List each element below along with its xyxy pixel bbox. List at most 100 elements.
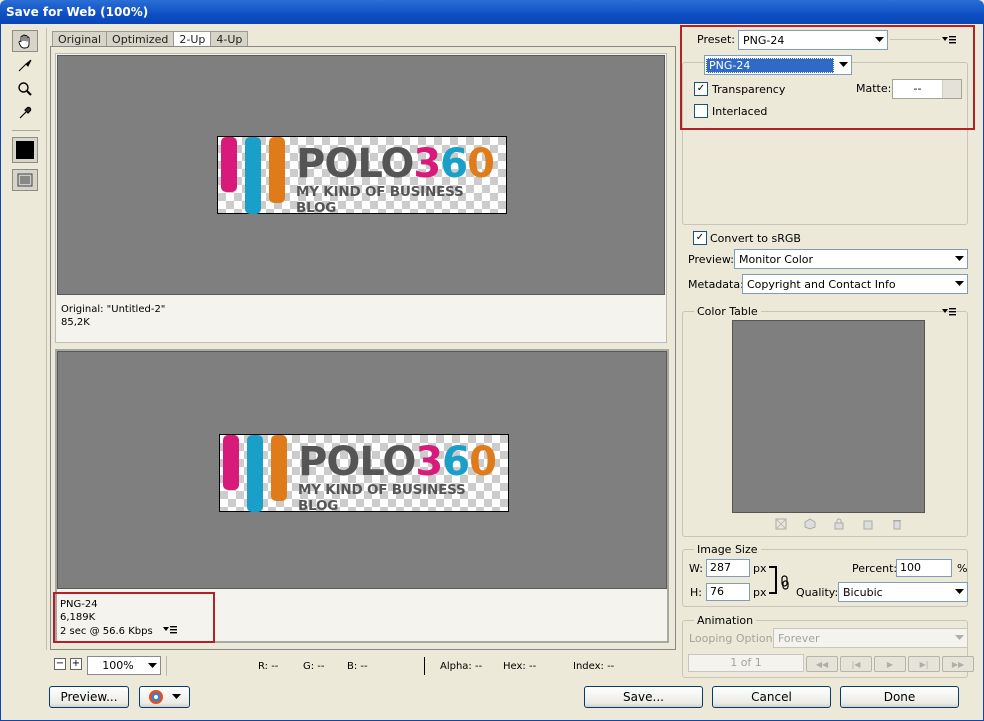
metadata-select[interactable]: Copyright and Contact Info [742,274,968,294]
preset-value: PNG-24 [743,33,785,47]
width-unit: px [753,562,767,575]
menu-arrow-icon [942,308,956,316]
chevron-down-icon [871,31,887,49]
logo-brand-left: POLO [298,439,416,485]
eyedropper-tool[interactable] [12,102,38,124]
logo-image-optimized: POLO360 MY KIND OF BUSINESS BLOG [219,434,509,514]
looping-options-select[interactable]: Forever [773,628,968,648]
original-pane[interactable]: POLO360 MY KIND OF BUSINESS BLOG Origina… [55,53,667,343]
slices-visibility-icon [17,173,33,187]
save-button[interactable]: Save... [584,686,703,708]
window-title: Save for Web (100%) [6,5,149,19]
metadata-label: Metadata: [688,278,744,291]
logo-bar-orange [269,137,285,203]
view-tabs: Original Optimized 2-Up 4-Up [52,31,249,48]
matte-value: -- [913,82,922,95]
status-divider [166,656,167,676]
previous-frame-button[interactable]: |◀ [840,656,872,672]
metadata-value: Copyright and Contact Info [747,277,896,291]
matte-dropdown-arrow[interactable] [942,80,961,98]
logo-bar-pink [221,137,237,192]
zoom-level-select[interactable]: 100% [87,656,161,675]
convert-srgb-checkbox[interactable]: ✓ [693,231,707,245]
zoom-in-button[interactable]: + [70,658,82,670]
menu-arrow-icon [162,626,177,634]
play-button[interactable]: ▶ [874,656,906,672]
new-color-icon [863,520,873,530]
first-frame-button[interactable]: ◀◀ [806,656,838,672]
tab-original[interactable]: Original [52,31,108,47]
color-table-menu-button[interactable] [942,306,956,319]
optimized-info: PNG-24 6,189K 2 sec @ 56.6 Kbps [60,598,210,638]
logo-bar-blue [247,435,263,512]
convert-srgb-row[interactable]: ✓ Convert to sRGB [693,231,801,245]
preview-value: Monitor Color [739,252,814,266]
color-table-swatches[interactable] [732,320,925,513]
animation-controls: ◀◀ |◀ ▶ ▶| ▶▶ [806,656,974,672]
tab-optimized[interactable]: Optimized [106,31,175,47]
zoom-icon [18,82,32,96]
height-input[interactable]: 76 [706,583,750,601]
hex-readout: Hex: -- [503,661,537,672]
color-table-toolbar [775,518,903,530]
preview-button[interactable]: Preview... [49,686,129,708]
index-readout: Index: -- [573,661,615,672]
chevron-down-icon [951,583,967,601]
hand-tool[interactable] [12,30,38,52]
interlaced-checkbox-row[interactable]: Interlaced [694,104,767,118]
width-label: W: [689,562,703,575]
zoom-out-button[interactable]: − [54,658,66,670]
original-name: Original: "Untitled-2" [61,304,166,315]
chevron-down-icon [172,694,181,699]
looping-options-label: Looping Options: [689,632,783,645]
red-readout: R: -- [258,661,279,672]
tab-4-up[interactable]: 4-Up [210,31,249,47]
file-format-select[interactable]: PNG-24 [704,55,852,75]
animation-title: Animation [694,614,757,627]
eyedropper-color-swatch[interactable] [12,137,38,163]
status-bar: − + 100% R: -- G: -- B: -- Alpha: -- Hex… [50,654,676,678]
logo-brand-num-3: 3 [413,141,441,187]
interlaced-checkbox[interactable] [694,104,708,118]
cancel-button[interactable]: Cancel [712,686,831,708]
menu-arrow-icon [942,36,956,44]
blue-readout: B: -- [347,661,368,672]
constrain-proportions-link-icon[interactable] [768,566,794,596]
optimized-download-time: 2 sec @ 56.6 Kbps [60,625,153,637]
transparency-checkbox-row[interactable]: ✓ Transparency [694,82,785,96]
preset-rule [890,39,940,40]
transparency-label: Transparency [712,82,786,96]
convert-srgb-label: Convert to sRGB [710,231,801,245]
logo-brand-num-3: 3 [415,439,443,485]
zoom-tool[interactable] [12,78,38,100]
original-info: Original: "Untitled-2" 85,2K [61,303,165,329]
percent-input[interactable]: 100 [896,559,952,577]
preview-select[interactable]: Monitor Color [734,249,968,269]
slice-select-tool[interactable] [12,54,38,76]
image-size-title: Image Size [694,543,761,556]
optimize-menu-button[interactable] [942,34,956,47]
last-frame-button[interactable]: ▶▶ [942,656,974,672]
original-canvas[interactable]: POLO360 MY KIND OF BUSINESS BLOG [57,55,665,295]
chevron-down-icon [951,629,967,647]
width-input[interactable]: 287 [706,559,750,577]
preview-area: POLO360 MY KIND OF BUSINESS BLOG Origina… [50,46,676,650]
browser-preview-button[interactable] [139,686,190,708]
preset-select[interactable]: PNG-24 [738,30,888,50]
optimized-canvas[interactable]: POLO360 MY KIND OF BUSINESS BLOG [57,351,667,589]
quality-select[interactable]: Bicubic [838,582,968,602]
matte-select[interactable]: -- [892,79,962,99]
web-shift-icon [804,518,816,530]
logo-brand-num-0: 0 [467,141,495,187]
quality-value: Bicubic [843,585,883,599]
next-frame-button[interactable]: ▶| [908,656,940,672]
status-divider-2 [424,657,425,675]
download-speed-menu[interactable] [162,624,177,638]
tool-bar [12,30,40,191]
tool-separator [12,130,40,131]
alpha-readout: Alpha: -- [440,661,483,672]
preview-label: Preview: [688,253,734,266]
transparency-checkbox[interactable]: ✓ [694,82,708,96]
done-button[interactable]: Done [840,686,959,708]
toggle-slices-visibility[interactable] [12,169,38,191]
